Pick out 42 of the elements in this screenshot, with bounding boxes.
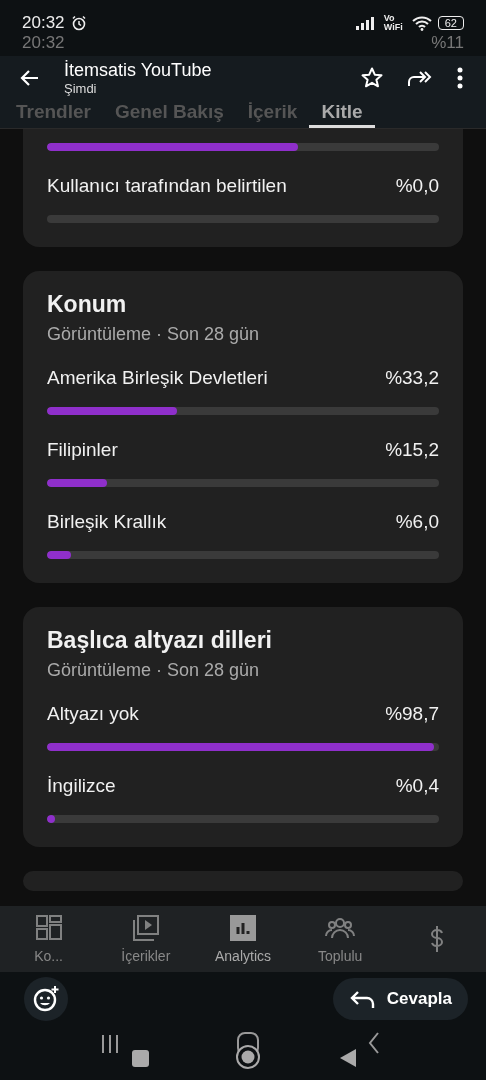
row-value: %0,0	[395, 175, 439, 197]
nav-item[interactable]: Analytics	[194, 906, 292, 972]
battery-level: 62	[437, 16, 464, 30]
notification-time: Şimdi	[64, 81, 98, 96]
tab[interactable]: Trendler	[4, 98, 103, 128]
nav-item[interactable]: İçerikler	[97, 906, 195, 972]
star-icon[interactable]	[360, 66, 384, 90]
emoji-button[interactable]	[24, 977, 68, 1021]
row-label: Amerika Birleşik Devletleri	[47, 367, 268, 389]
reply-icon	[348, 989, 375, 1009]
row-label: Birleşik Krallık	[47, 511, 167, 533]
network-label: Vo WiFi	[383, 14, 404, 32]
battery-level: %11	[431, 33, 464, 53]
row-value: %0,4	[395, 775, 439, 797]
wifi-icon	[411, 15, 432, 31]
row-value: %15,2	[385, 439, 439, 461]
nav-item[interactable]: Ko...	[0, 906, 98, 972]
row-value: %33,2	[385, 367, 439, 389]
notification-title: İtemsatis YouTube	[64, 60, 213, 81]
row-label: Kullanıcı tarafından belirtilen	[47, 175, 287, 197]
more-icon[interactable]	[456, 66, 464, 90]
alarm-icon	[70, 15, 87, 31]
status-time: 20:32	[22, 13, 65, 33]
nav-item[interactable]: Toplulu	[291, 906, 389, 972]
tab[interactable]: Genel Bakış	[103, 98, 236, 128]
row-label: İngilizce	[47, 775, 116, 797]
home-icon[interactable]	[233, 1031, 263, 1071]
grid-icon	[33, 914, 64, 942]
add-emoji-icon	[32, 985, 60, 1013]
card-subtitle: Görüntüleme · Son 28 gün	[47, 660, 261, 681]
bar-chart-icon	[228, 914, 258, 942]
card-title: Başlıca altyazı dilleri	[47, 627, 273, 654]
card-subtitle: Görüntüleme · Son 28 gün	[47, 324, 261, 345]
row-label: Filipinler	[47, 439, 118, 461]
row-value: %98,7	[385, 703, 439, 725]
video-icon	[130, 914, 161, 942]
tab[interactable]: İçerik	[235, 98, 310, 128]
row-label: Altyazı yok	[47, 703, 139, 725]
card-title: Konum	[47, 291, 128, 318]
row-value: %6,0	[395, 511, 439, 533]
reply-button[interactable]: Cevapla	[332, 978, 468, 1020]
status-time: 20:32	[22, 33, 65, 53]
